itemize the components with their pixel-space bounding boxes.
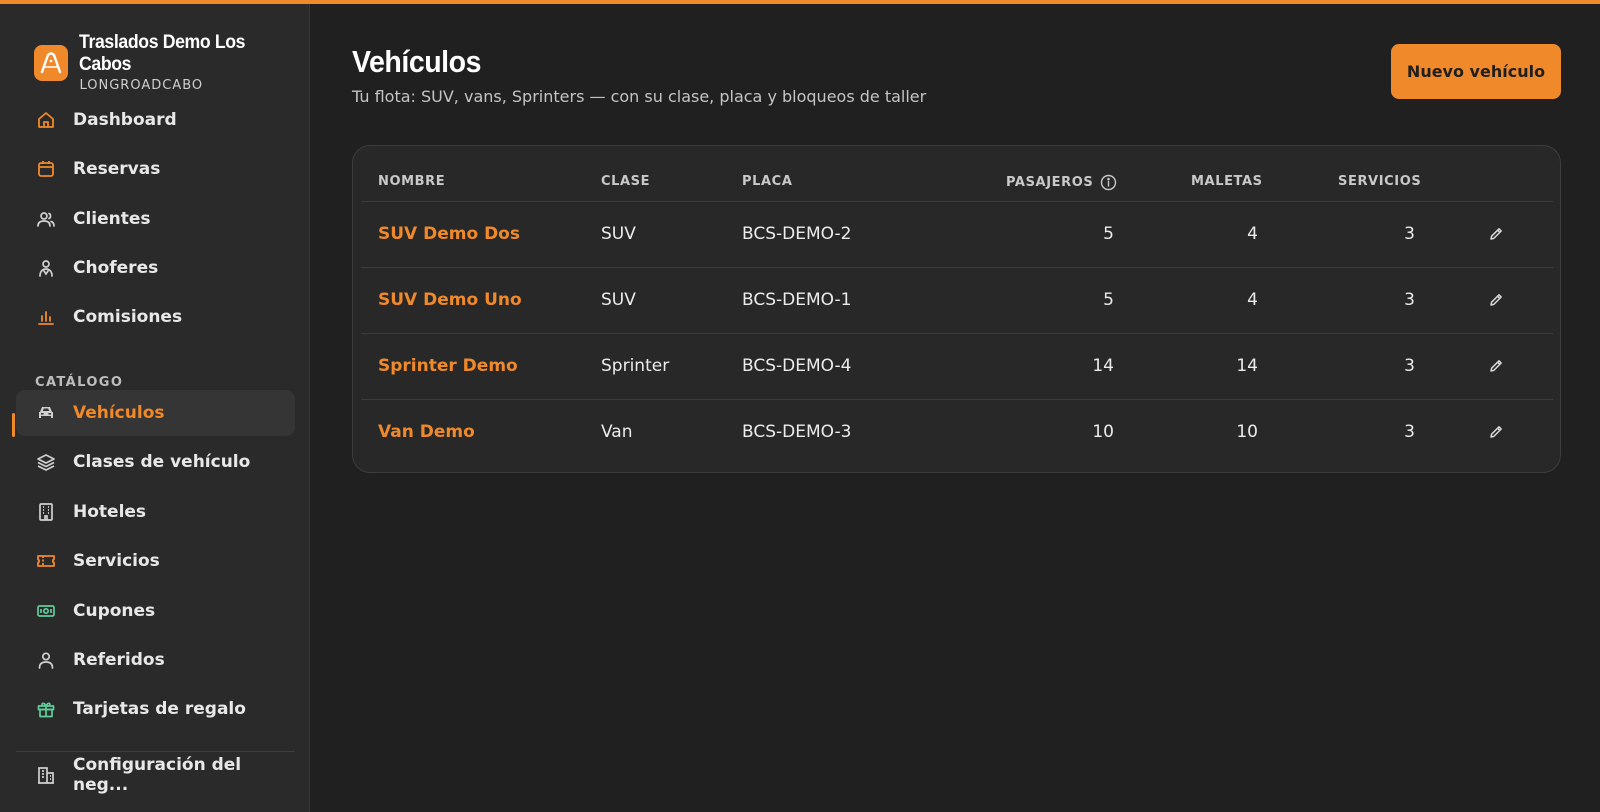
vehicle-class: SUV <box>601 224 636 244</box>
vehicle-luggage: 14 <box>1236 356 1258 376</box>
sidebar-item-label: Clientes <box>73 209 151 229</box>
column-header-name[interactable]: NOMBRE <box>378 174 445 189</box>
bar-chart-icon <box>36 307 56 327</box>
vehicle-services: 3 <box>1404 224 1415 244</box>
vehicle-luggage: 4 <box>1247 224 1258 244</box>
sidebar-item-label: Referidos <box>73 650 165 670</box>
vehicle-name-link[interactable]: SUV Demo Dos <box>378 224 520 244</box>
sidebar-item-label: Dashboard <box>73 110 177 130</box>
sidebar-item-configuracion[interactable]: Configuración del neg... <box>16 752 295 798</box>
sidebar-item-clases-de-vehiculo[interactable]: Clases de vehículo <box>16 439 295 485</box>
building-icon <box>36 502 56 522</box>
sidebar-item-label: Servicios <box>73 551 160 571</box>
sidebar-item-label: Choferes <box>73 258 159 278</box>
vehicle-plate: BCS-DEMO-2 <box>742 224 852 244</box>
column-header-luggage[interactable]: MALETAS <box>1191 174 1263 189</box>
sidebar: Traslados Demo Los Cabos LONGROADCABO Da… <box>0 4 310 812</box>
coupon-icon <box>36 601 56 621</box>
main-content: Vehículos Tu flota: SUV, vans, Sprinters… <box>310 4 1600 812</box>
sidebar-item-label: Cupones <box>73 601 156 621</box>
brand[interactable]: Traslados Demo Los Cabos LONGROADCABO <box>34 32 309 94</box>
edit-pencil-icon[interactable] <box>1486 356 1506 376</box>
vehicle-services: 3 <box>1404 356 1415 376</box>
vehicle-name-link[interactable]: Sprinter Demo <box>378 356 518 376</box>
vehicle-luggage: 4 <box>1247 290 1258 310</box>
new-vehicle-button[interactable]: Nuevo vehículo <box>1391 44 1561 99</box>
user-icon <box>36 650 56 670</box>
column-header-services[interactable]: SERVICIOS <box>1338 174 1421 189</box>
gift-icon <box>36 699 56 719</box>
vehicle-plate: BCS-DEMO-4 <box>742 356 852 376</box>
sidebar-item-servicios[interactable]: Servicios <box>16 538 295 584</box>
brand-name: Traslados Demo Los Cabos <box>79 32 246 75</box>
sidebar-item-label: Configuración del neg... <box>73 755 242 795</box>
info-icon[interactable] <box>1100 174 1117 191</box>
sidebar-item-cupones[interactable]: Cupones <box>16 588 295 634</box>
car-icon <box>36 403 56 423</box>
table-row[interactable]: Van Demo Van BCS-DEMO-3 10 10 3 <box>353 400 1560 466</box>
column-header-label: PASAJEROS <box>1006 175 1094 190</box>
table-row[interactable]: SUV Demo Uno SUV BCS-DEMO-1 5 4 3 <box>353 268 1560 334</box>
sidebar-item-tarjetas-de-regalo[interactable]: Tarjetas de regalo <box>16 686 295 732</box>
vehicle-plate: BCS-DEMO-1 <box>742 290 852 310</box>
sidebar-item-label: Comisiones <box>73 307 183 327</box>
office-building-icon <box>36 765 56 785</box>
vehicle-passengers: 14 <box>1092 356 1114 376</box>
edit-pencil-icon[interactable] <box>1486 290 1506 310</box>
vehicle-luggage: 10 <box>1236 422 1258 442</box>
vehicle-class: Sprinter <box>601 356 670 376</box>
vehicle-passengers: 5 <box>1103 290 1114 310</box>
sidebar-item-vehiculos[interactable]: Vehículos <box>16 390 295 436</box>
vehicle-class: Van <box>601 422 633 442</box>
top-accent-bar <box>0 0 1600 4</box>
table-row[interactable]: SUV Demo Dos SUV BCS-DEMO-2 5 4 3 <box>353 202 1560 268</box>
active-indicator <box>12 413 15 437</box>
vehicle-passengers: 5 <box>1103 224 1114 244</box>
sidebar-item-label: Clases de vehículo <box>73 452 251 472</box>
sidebar-item-comisiones[interactable]: Comisiones <box>16 294 295 340</box>
home-icon <box>36 110 56 130</box>
vehicle-services: 3 <box>1404 290 1415 310</box>
sidebar-item-label: Vehículos <box>73 403 165 423</box>
layers-icon <box>36 452 56 472</box>
column-header-passengers[interactable]: PASAJEROS <box>1006 174 1117 191</box>
sidebar-item-dashboard[interactable]: Dashboard <box>16 97 295 143</box>
edit-pencil-icon[interactable] <box>1486 224 1506 244</box>
column-header-plate[interactable]: PLACA <box>742 174 792 189</box>
sidebar-item-referidos[interactable]: Referidos <box>16 637 295 683</box>
sidebar-item-label: Hoteles <box>73 502 147 522</box>
table-row[interactable]: Sprinter Demo Sprinter BCS-DEMO-4 14 14 … <box>353 334 1560 400</box>
sidebar-item-choferes[interactable]: Choferes <box>16 245 295 291</box>
calendar-icon <box>36 159 56 179</box>
sidebar-item-clientes[interactable]: Clientes <box>16 196 295 242</box>
ticket-icon <box>36 551 56 571</box>
sidebar-item-label: Reservas <box>73 159 161 179</box>
vehicle-name-link[interactable]: SUV Demo Uno <box>378 290 522 310</box>
page-subtitle: Tu flota: SUV, vans, Sprinters — con su … <box>352 87 927 106</box>
vehicle-passengers: 10 <box>1092 422 1114 442</box>
vehicle-class: SUV <box>601 290 636 310</box>
sidebar-item-hoteles[interactable]: Hoteles <box>16 489 295 535</box>
road-arch-icon <box>34 45 69 81</box>
edit-pencil-icon[interactable] <box>1486 422 1506 442</box>
brand-subtitle: LONGROADCABO <box>79 78 204 93</box>
sidebar-item-label: Tarjetas de regalo <box>73 699 246 719</box>
section-label-catalog: CATÁLOGO <box>35 375 124 390</box>
column-header-class[interactable]: CLASE <box>601 174 650 189</box>
page-title: Vehículos <box>352 44 482 79</box>
users-icon <box>36 209 56 229</box>
vehicles-table: NOMBRE CLASE PLACA PASAJEROS MALETAS SER… <box>352 145 1561 473</box>
vehicle-plate: BCS-DEMO-3 <box>742 422 852 442</box>
driver-icon <box>36 258 56 278</box>
vehicle-services: 3 <box>1404 422 1415 442</box>
vehicle-name-link[interactable]: Van Demo <box>378 422 475 442</box>
sidebar-item-reservas[interactable]: Reservas <box>16 146 295 192</box>
